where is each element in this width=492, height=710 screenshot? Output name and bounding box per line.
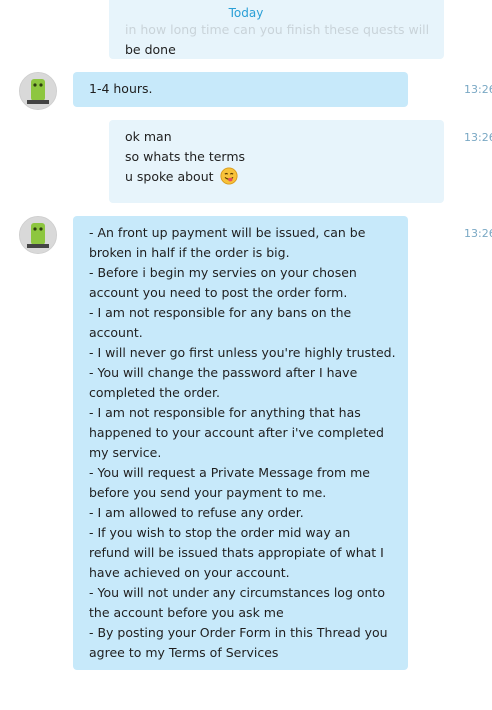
message-bubble-incoming[interactable]: 1-4 hours.	[73, 72, 408, 107]
message-text-line: 1-4 hours.	[89, 81, 153, 96]
timestamp: 13:26	[464, 131, 492, 144]
message-text-line: - By posting your Order Form in this Thr…	[89, 625, 388, 640]
user-avatar-icon	[20, 217, 56, 253]
message-text-line: so whats the terms	[125, 149, 246, 164]
message-text-line: - I will never go first unless you're hi…	[89, 345, 396, 360]
message-text-line: my service.	[89, 445, 162, 460]
message-text-line: - I am allowed to refuse any order.	[89, 505, 304, 520]
message-text-line: - You will request a Private Message fro…	[89, 465, 370, 480]
message-text-line: - Before i begin my servies on your chos…	[89, 265, 357, 280]
message-text-line: refund will be issued thats appropiate o…	[89, 545, 384, 560]
message-text-line: - If you wish to stop the order mid way …	[89, 525, 351, 540]
message-text-line: ok man	[125, 129, 172, 144]
date-separator: Today	[228, 6, 264, 20]
tongue-wink-emoji-icon	[219, 167, 238, 185]
message-bubble-incoming[interactable]: - An front up payment will be issued, ca…	[73, 216, 408, 670]
message-text-line: - I am not responsible for anything that…	[89, 405, 361, 420]
message-text-line: have achieved on your account.	[89, 565, 290, 580]
timestamp: 13:26	[464, 83, 492, 96]
message-text-line: happened to your account after i've comp…	[89, 425, 384, 440]
message-text-line: account you need to post the order form.	[89, 285, 348, 300]
message-text-line: agree to my Terms of Services	[89, 645, 279, 660]
avatar[interactable]	[19, 72, 57, 110]
avatar[interactable]	[19, 216, 57, 254]
message-text-line: - You will change the password after I h…	[89, 365, 358, 380]
message-text-line: be done	[125, 42, 176, 57]
message-text-line: - An front up payment will be issued, ca…	[89, 225, 366, 240]
message-text: u spoke about	[125, 169, 214, 184]
message-text-line: before you send your payment to me.	[89, 485, 327, 500]
user-avatar-icon	[20, 73, 56, 109]
message-text-line: u spoke about	[125, 167, 428, 187]
timestamp: 13:26	[464, 227, 492, 240]
message-text-line: in how long time can you finish these qu…	[125, 22, 430, 37]
message-text-line: account.	[89, 325, 143, 340]
message-bubble-outgoing[interactable]: ok man so whats the terms u spoke about	[109, 120, 444, 203]
message-text-line: - I am not responsible for any bans on t…	[89, 305, 352, 320]
message-text-line: broken in half if the order is big.	[89, 245, 290, 260]
message-text-line: the account before you ask me	[89, 605, 284, 620]
message-text-line: completed the order.	[89, 385, 220, 400]
message-text-line: - You will not under any circumstances l…	[89, 585, 385, 600]
